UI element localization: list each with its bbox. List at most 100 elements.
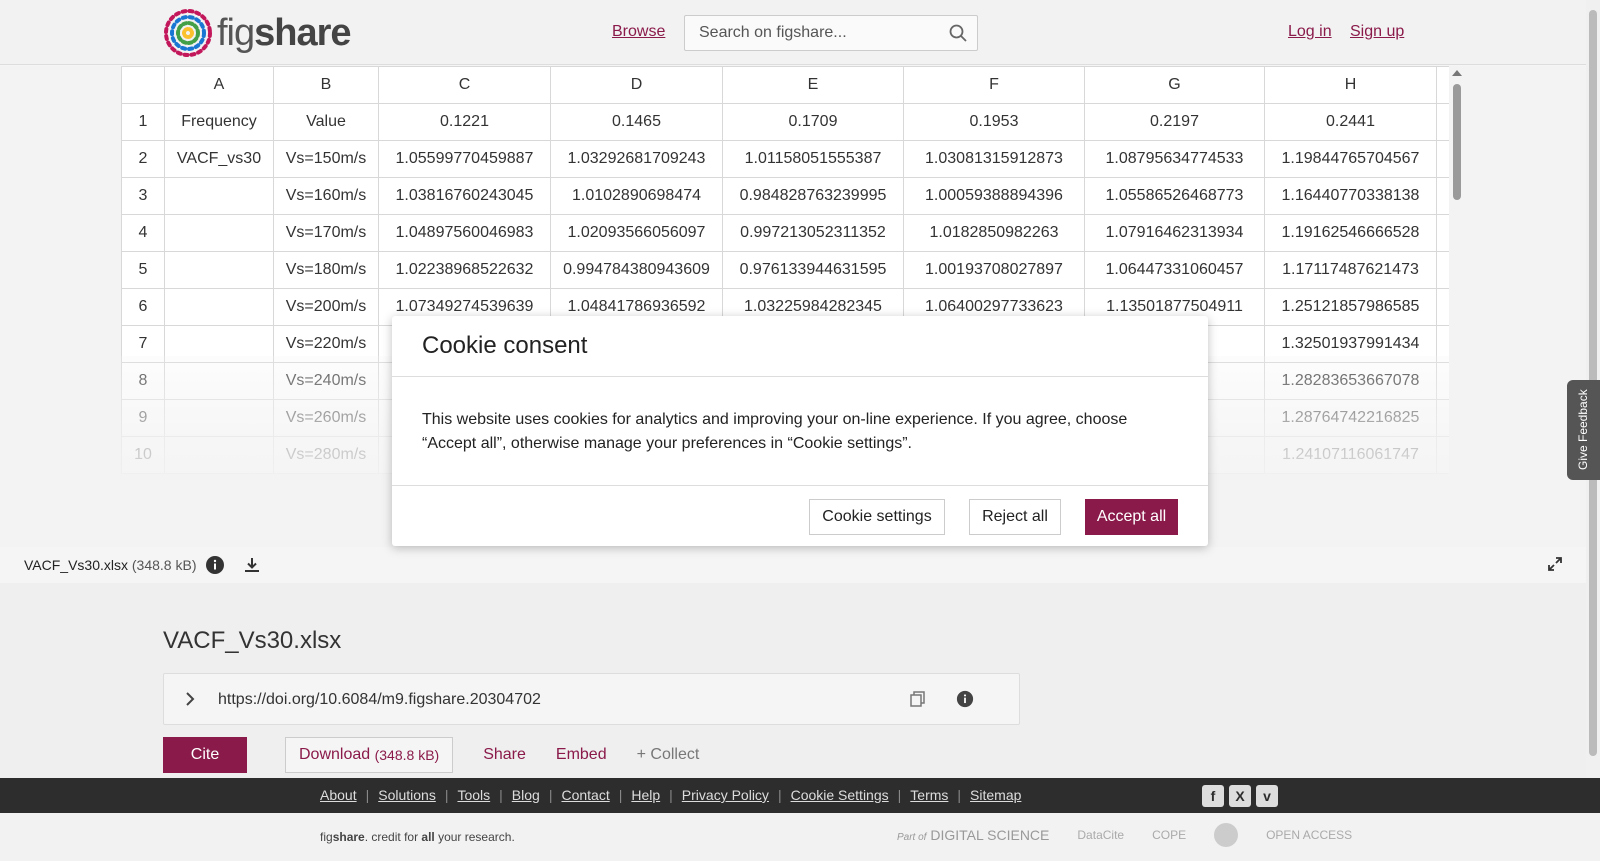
copy-icon[interactable] <box>909 690 927 713</box>
scrollbar-thumb[interactable] <box>1453 84 1461 200</box>
table-cell[interactable]: 1.05586526468773 <box>1084 177 1265 215</box>
download-icon[interactable] <box>242 555 262 580</box>
give-feedback-tab[interactable]: Give Feedback <box>1567 380 1600 480</box>
facebook-icon[interactable]: f <box>1202 785 1224 807</box>
table-cell[interactable]: 1.05599770459887 <box>378 140 551 178</box>
footer-link[interactable]: Blog <box>512 787 540 803</box>
login-link[interactable]: Log in <box>1288 23 1332 41</box>
footer-link[interactable]: Solutions <box>378 787 436 803</box>
doi-info-icon[interactable] <box>956 690 974 713</box>
open-access-logo[interactable]: OPEN ACCESS <box>1266 828 1352 842</box>
footer-separator: | <box>444 787 449 803</box>
footer-link[interactable]: Privacy Policy <box>682 787 769 803</box>
table-cell[interactable]: 0.1709 <box>722 103 904 141</box>
search-input[interactable] <box>685 16 935 50</box>
footer-link[interactable]: Help <box>631 787 660 803</box>
table-cell[interactable]: 1.17117487621473 <box>1264 251 1437 289</box>
footer-link[interactable]: Terms <box>910 787 948 803</box>
table-cell[interactable]: 1.02238968522632 <box>378 251 551 289</box>
share-link[interactable]: Share <box>483 746 526 764</box>
table-cell[interactable]: 1.16440770338138 <box>1264 177 1437 215</box>
table-cell[interactable]: Vs=160m/s <box>273 177 379 215</box>
collect-link[interactable]: + Collect <box>637 746 700 764</box>
modal-title: Cookie consent <box>422 332 588 359</box>
table-cell[interactable]: 0.976133944631595 <box>722 251 904 289</box>
row-number: 2 <box>121 140 165 178</box>
table-cell[interactable]: 1.03816760243045 <box>378 177 551 215</box>
scroll-up-icon[interactable] <box>1452 70 1462 76</box>
table-cell[interactable]: 1.08795634774533 <box>1084 140 1265 178</box>
column-header: C <box>378 66 551 104</box>
footer-link[interactable]: About <box>320 787 357 803</box>
file-info-bar: VACF_Vs30.xlsx (348.8 kB) <box>0 547 1586 583</box>
table-cell[interactable]: 1.19162546666528 <box>1264 214 1437 252</box>
table-cell[interactable]: 1.0182850982263 <box>903 214 1085 252</box>
footer-link[interactable]: Contact <box>561 787 609 803</box>
table-cell[interactable] <box>164 251 274 289</box>
embed-link[interactable]: Embed <box>556 746 607 764</box>
footer-links: About | Solutions | Tools | Blog | Contact | Help |… <box>320 787 1021 803</box>
table-cell[interactable]: 1.00193708027897 <box>903 251 1085 289</box>
spreadsheet-scrollbar[interactable] <box>1449 66 1465 547</box>
table-cell[interactable]: Value <box>273 103 379 141</box>
chevron-right-icon[interactable] <box>182 691 198 712</box>
table-cell[interactable]: 0.1465 <box>550 103 723 141</box>
table-cell[interactable]: VACF_vs30 <box>164 140 274 178</box>
footer-link[interactable]: Cookie Settings <box>791 787 889 803</box>
table-cell[interactable]: Vs=150m/s <box>273 140 379 178</box>
table-cell[interactable] <box>164 288 274 326</box>
footer-link[interactable]: Tools <box>457 787 490 803</box>
table-cell[interactable]: Vs=170m/s <box>273 214 379 252</box>
table-cell[interactable]: 0.997213052311352 <box>722 214 904 252</box>
table-cell[interactable]: 1.04897560046983 <box>378 214 551 252</box>
table-cell[interactable]: Vs=200m/s <box>273 288 379 326</box>
table-cell[interactable]: Vs=180m/s <box>273 251 379 289</box>
doi-link[interactable]: https://doi.org/10.6084/m9.figshare.2030… <box>218 691 541 709</box>
item-title: VACF_Vs30.xlsx <box>163 627 342 654</box>
table-cell[interactable]: 1.07916462313934 <box>1084 214 1265 252</box>
cope-logo[interactable]: COPE <box>1152 828 1186 842</box>
table-cell[interactable]: 1.00059388894396 <box>903 177 1085 215</box>
table-cell[interactable]: 1.0102890698474 <box>550 177 723 215</box>
globe-icon[interactable] <box>1214 823 1239 847</box>
row-number: 4 <box>121 214 165 252</box>
download-button[interactable]: Download (348.8 kB) <box>285 737 454 773</box>
cite-button[interactable]: Cite <box>163 737 247 773</box>
table-cell[interactable]: 1.25121857986585 <box>1264 288 1437 326</box>
vimeo-icon[interactable]: v <box>1256 785 1278 807</box>
modal-divider <box>392 485 1208 486</box>
table-cell[interactable]: 1.01158051555387 <box>722 140 904 178</box>
table-cell[interactable] <box>164 177 274 215</box>
column-header: G <box>1084 66 1265 104</box>
figshare-logo[interactable]: figshare <box>162 7 352 59</box>
signup-link[interactable]: Sign up <box>1350 23 1404 41</box>
table-cell[interactable]: 0.1953 <box>903 103 1085 141</box>
reject-all-button[interactable]: Reject all <box>969 499 1061 535</box>
accept-all-button[interactable]: Accept all <box>1085 499 1178 535</box>
table-cell[interactable]: 1.19844765704567 <box>1264 140 1437 178</box>
footer-link[interactable]: Sitemap <box>970 787 1021 803</box>
partner-logos: Part of DIGITAL SCIENCE DataCite COPE OP… <box>897 823 1352 847</box>
footer-separator: | <box>669 787 673 803</box>
column-header: H <box>1264 66 1437 104</box>
search-icon[interactable] <box>949 24 967 47</box>
table-cell[interactable]: 1.06447331060457 <box>1084 251 1265 289</box>
table-cell[interactable]: 1.03292681709243 <box>550 140 723 178</box>
table-cell[interactable]: 0.2197 <box>1084 103 1265 141</box>
table-cell[interactable]: 0.1221 <box>378 103 551 141</box>
datacite-logo[interactable]: DataCite <box>1077 828 1124 842</box>
table-cell[interactable]: 0.984828763239995 <box>722 177 904 215</box>
info-icon[interactable] <box>205 555 225 580</box>
fullscreen-icon[interactable] <box>1547 556 1563 577</box>
table-cell[interactable]: 1.03081315912873 <box>903 140 1085 178</box>
table-cell[interactable] <box>164 214 274 252</box>
cookie-settings-button[interactable]: Cookie settings <box>809 499 945 535</box>
digital-science-logo[interactable]: Part of DIGITAL SCIENCE <box>897 827 1049 843</box>
x-twitter-icon[interactable]: X <box>1229 785 1251 807</box>
browse-link[interactable]: Browse <box>612 23 665 41</box>
table-cell[interactable]: Frequency <box>164 103 274 141</box>
row-number: 3 <box>121 177 165 215</box>
table-cell[interactable]: 0.994784380943609 <box>550 251 723 289</box>
table-cell[interactable]: 0.2441 <box>1264 103 1437 141</box>
table-cell[interactable]: 1.02093566056097 <box>550 214 723 252</box>
